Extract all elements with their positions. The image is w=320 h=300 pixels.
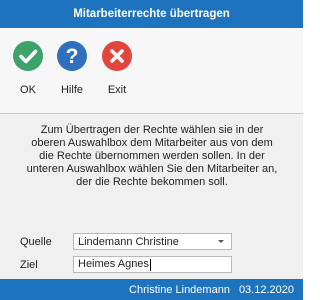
target-input-value: Heimes Agnes [78, 258, 151, 271]
chevron-down-icon[interactable] [218, 240, 224, 243]
help-button[interactable]: ? Hilfe [49, 41, 95, 103]
source-label: Quelle [20, 235, 52, 248]
window-title: Mitarbeiterrechte übertragen [73, 8, 230, 20]
help-label: Hilfe [60, 84, 83, 96]
ok-label: OK [20, 84, 36, 96]
question-mark-icon: ? [57, 41, 87, 71]
target-label: Ziel [20, 258, 38, 271]
status-date: 03.12.2020 [238, 283, 294, 296]
status-bar: Christine Lindemann 03.12.2020 [0, 279, 303, 300]
svg-text:?: ? [66, 45, 79, 68]
instruction-text: Zum Übertragen der Rechte wählen sie in … [26, 124, 278, 188]
title-bar: Mitarbeiterrechte übertragen [0, 0, 303, 28]
exit-label: Exit [107, 84, 127, 96]
status-user: Christine Lindemann [129, 283, 230, 296]
source-select-value: Lindemann Christine [78, 235, 179, 248]
dialog-window: Mitarbeiterrechte übertragen OK ? Hilfe … [0, 0, 303, 300]
close-icon [102, 41, 132, 71]
text-caret [149, 258, 151, 271]
checkmark-icon [13, 41, 43, 71]
source-select[interactable]: Lindemann Christine [73, 233, 232, 250]
ok-button[interactable]: OK [5, 41, 51, 103]
target-input[interactable]: Heimes Agnes [73, 256, 232, 273]
exit-button[interactable]: Exit [94, 41, 140, 103]
content-area: Zum Übertragen der Rechte wählen sie in … [0, 114, 303, 271]
toolbar: OK ? Hilfe Exit [0, 28, 303, 114]
